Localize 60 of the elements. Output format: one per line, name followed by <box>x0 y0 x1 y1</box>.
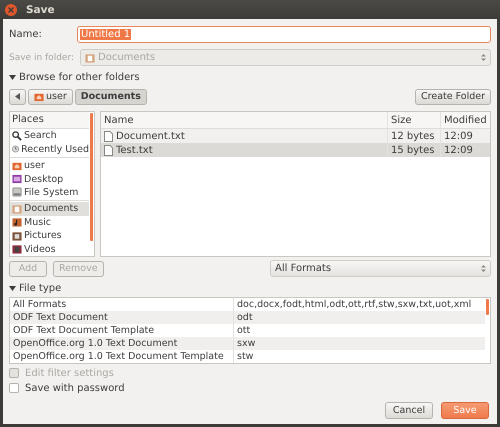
file-type-name[interactable]: OpenOffice.org 1.0 Text Document <box>10 337 233 350</box>
documents-folder-icon <box>85 52 96 62</box>
back-button[interactable] <box>9 88 26 104</box>
clock-icon <box>12 144 20 154</box>
file-size: 15 bytes <box>387 143 440 157</box>
spinner-arrows-icon <box>481 264 486 273</box>
search-icon <box>12 130 22 141</box>
place-item[interactable]: user <box>10 158 89 172</box>
file-type-name[interactable]: ODF Text Document <box>10 311 233 324</box>
file-modified: 12:09 <box>440 143 490 157</box>
file-type-extensions: stw <box>233 350 485 363</box>
expander-arrow-icon[interactable] <box>9 285 16 292</box>
format-combo[interactable]: All Formats <box>270 260 491 277</box>
file-row[interactable]: Test.txt 15 bytes 12:09 <box>101 143 490 157</box>
column-header[interactable]: Size <box>387 112 440 128</box>
places-header: Places <box>12 114 44 126</box>
scrollbar-thumb[interactable] <box>486 299 489 315</box>
path-button[interactable]: user <box>28 88 73 104</box>
file-row[interactable]: Document.txt 12 bytes 12:09 <box>101 129 490 143</box>
save-in-folder-label: Save in folder: <box>9 52 74 64</box>
file-name: Test.txt <box>116 144 153 156</box>
checkbox-label: Edit filter settings <box>25 368 114 378</box>
place-item[interactable]: Desktop <box>10 172 89 186</box>
home-folder-icon <box>12 160 22 171</box>
checkbox-label: Save with password <box>25 382 125 394</box>
drive-icon <box>12 187 22 198</box>
create-folder-button[interactable]: Create Folder <box>415 88 491 104</box>
file-type-name[interactable]: OpenOffice.org 1.0 Text Document Template <box>10 350 233 363</box>
close-icon[interactable] <box>4 2 18 16</box>
home-folder-icon <box>34 92 44 102</box>
desktop-icon <box>12 174 22 184</box>
pictures-folder-icon <box>12 230 22 241</box>
documents-folder-icon <box>12 204 22 214</box>
expander-arrow-icon[interactable] <box>9 74 16 81</box>
place-item[interactable]: Music <box>10 216 89 230</box>
place-item[interactable]: File System <box>10 186 89 200</box>
place-item[interactable]: Videos <box>10 242 89 256</box>
file-icon <box>104 144 113 156</box>
left-arrow-icon <box>15 93 20 100</box>
place-item[interactable]: Documents <box>10 202 89 216</box>
videos-folder-icon <box>12 244 22 254</box>
window-title: Save <box>26 4 55 16</box>
music-folder-icon <box>12 217 22 228</box>
file-icon <box>104 130 113 142</box>
file-type-name[interactable]: All Formats <box>10 298 233 311</box>
file-type-expander-label[interactable]: File type <box>19 283 62 294</box>
column-header[interactable]: Modified <box>440 112 490 128</box>
place-item[interactable]: Pictures <box>10 229 89 243</box>
browse-expander-label[interactable]: Browse for other folders <box>19 72 140 83</box>
spinner-arrows-icon <box>481 53 486 62</box>
path-button[interactable]: Documents <box>74 88 147 104</box>
name-label: Name: <box>9 28 43 40</box>
column-header[interactable]: Name <box>101 112 387 128</box>
place-item[interactable]: Search <box>10 128 89 142</box>
scrollbar-thumb[interactable] <box>90 113 93 241</box>
file-name: Document.txt <box>116 130 185 142</box>
file-type-name[interactable]: ODF Text Document Template <box>10 324 233 337</box>
checkbox[interactable] <box>9 383 19 393</box>
place-item[interactable]: Recently Used <box>10 142 89 156</box>
dialog-button[interactable]: Cancel <box>385 402 433 418</box>
